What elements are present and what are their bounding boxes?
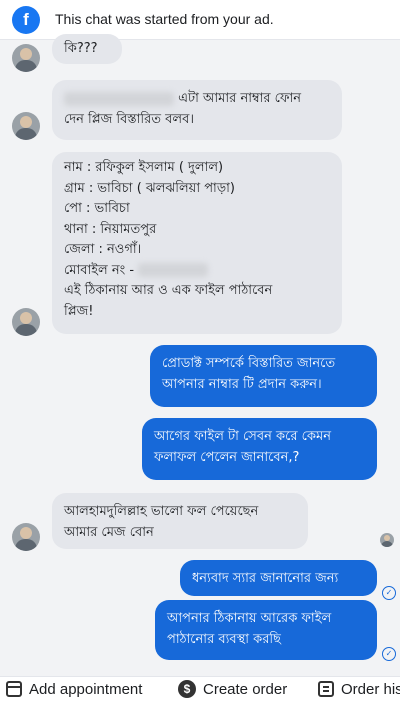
message-line: গ্রাম : ভাবিচা ( ঝলঝলিয়া পাড়া) (64, 180, 235, 196)
message-bubble-incoming: আলহামদুলিল্লাহ ভালো ফল পেয়েছেন আমার মেজ… (52, 493, 308, 549)
message-line: এই ঠিকানায় আর ও এক ফাইল পাঠাবেন (64, 283, 273, 298)
message-line: থানা : নিয়ামতপুর (64, 221, 157, 237)
message-bubble-incoming: কি??? (52, 34, 122, 64)
calendar-icon (6, 681, 22, 697)
add-appointment-button[interactable]: Add appointment (6, 677, 142, 701)
message-line: প্লিজ! (64, 303, 94, 319)
message-bubble-outgoing: প্রোডাক্ট সম্পর্কে বিস্তারিত জানতে আপনার… (150, 345, 377, 407)
message-line: মোবাইল নং - (64, 261, 330, 282)
message-bubble-incoming: নাম : রফিকুল ইসলাম ( দুলাল) গ্রাম : ভাবি… (52, 152, 342, 334)
dollar-icon: $ (178, 680, 196, 698)
redacted-phone-number (64, 91, 174, 106)
avatar[interactable] (12, 112, 40, 140)
facebook-icon: f (12, 6, 40, 34)
message-line: নাম : রফিকুল ইসলাম ( দুলাল) (64, 160, 224, 175)
message-bubble-outgoing: ধন্যবাদ স্যার জানানোর জন্য (180, 560, 377, 596)
avatar[interactable] (12, 308, 40, 336)
redacted-phone-number (138, 263, 209, 277)
message-bubble-outgoing: আগের ফাইল টা সেবন করে কেমন ফলাফল পেলেন জ… (142, 418, 377, 480)
add-appointment-label: Add appointment (29, 680, 143, 698)
message-line-text: মোবাইল নং - (64, 262, 135, 278)
create-order-button[interactable]: $ Create order (178, 677, 287, 701)
delivered-check-icon: ✓ (382, 647, 396, 661)
avatar[interactable] (12, 44, 40, 72)
banner-text: This chat was started from your ad. (55, 11, 274, 27)
order-history-label: Order his (341, 680, 400, 698)
read-receipt-avatar (380, 533, 394, 547)
avatar[interactable] (12, 523, 40, 551)
message-bubble-incoming: এটা আমার নাম্বার ফোন দেন প্লিজ বিস্তারিত… (52, 80, 342, 140)
message-bubble-outgoing: আপনার ঠিকানায় আরেক ফাইল পাঠানোর ব্যবস্থ… (155, 600, 377, 660)
create-order-label: Create order (203, 680, 288, 698)
message-line: পো : ভাবিচা (64, 201, 130, 216)
message-line: জেলা : নওগাঁ। (64, 242, 142, 257)
action-bar: Add appointment $ Create order Order his (0, 676, 400, 701)
order-history-button[interactable]: Order his (318, 677, 400, 701)
list-icon (318, 681, 334, 697)
delivered-check-icon: ✓ (382, 586, 396, 600)
